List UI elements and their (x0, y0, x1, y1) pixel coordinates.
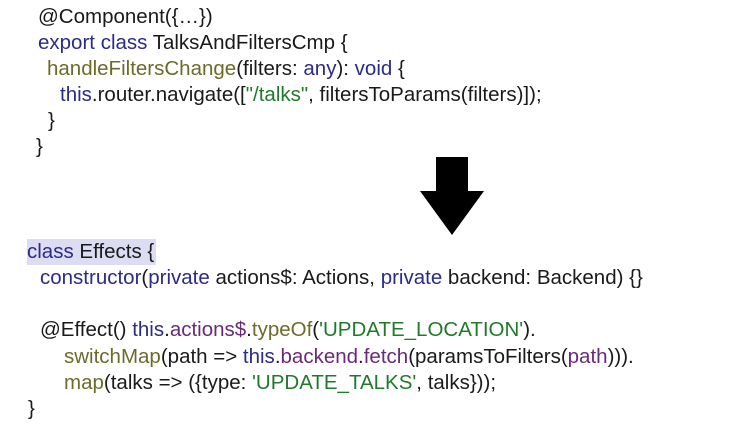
code-line: } (48, 108, 55, 134)
code-token: actions$ (169, 318, 247, 341)
code-line: handleFiltersChange(filters: any): void … (47, 56, 405, 82)
code-token: 'UPDATE_TALKS' (252, 371, 417, 394)
code-token: } (36, 135, 43, 158)
code-line: this.router.navigate(["/talks", filtersT… (60, 82, 542, 108)
code-token: { (392, 57, 405, 80)
code-line: switchMap(path => this.backend.fetch(par… (64, 344, 634, 370)
code-token: class (27, 240, 74, 263)
code-token: Effects { (73, 240, 155, 263)
code-token: private (380, 266, 443, 289)
code-token: constructor (40, 266, 142, 289)
down-arrow-icon (420, 157, 484, 235)
code-token: ). (523, 318, 536, 341)
code-token: void (354, 57, 393, 80)
code-token: this (242, 345, 275, 368)
code-token: TalksAndFiltersCmp { (147, 31, 348, 54)
code-token: } (48, 109, 55, 132)
code-line: } (36, 134, 43, 160)
code-token: fetch (363, 345, 409, 368)
code-token: @Effect() (40, 318, 133, 341)
code-token: map (64, 371, 104, 394)
code-token: .router.navigate([ (91, 83, 246, 106)
code-token: 'UPDATE_LOCATION' (319, 318, 524, 341)
code-token: (filters: (236, 57, 304, 80)
code-token: ): (336, 57, 355, 80)
code-line: } (28, 396, 35, 422)
code-line-highlighted: class Effects { (27, 239, 157, 265)
code-token: export (38, 31, 95, 54)
code-token: typeOf (251, 318, 313, 341)
code-token: class (100, 31, 148, 54)
code-token: switchMap (64, 345, 161, 368)
code-token: , talks})); (416, 371, 497, 394)
code-token: handleFiltersChange (47, 57, 237, 80)
code-token: (paramsToFilters( (408, 345, 568, 368)
code-token: "/talks" (245, 83, 309, 106)
code-token: this (60, 83, 92, 106)
code-token: backend: Backend) {} (442, 266, 643, 289)
code-token: actions$: Actions, (209, 266, 381, 289)
code-line: map(talks => ({type: 'UPDATE_TALKS', tal… (64, 370, 496, 396)
code-token: } (28, 397, 35, 420)
code-token: any (303, 57, 337, 80)
code-token: this (132, 318, 165, 341)
code-token: ))). (607, 345, 634, 368)
code-line: @Component({…}) (38, 4, 213, 30)
code-token: @Component({…}) (38, 5, 213, 28)
code-line: constructor(private actions$: Actions, p… (40, 265, 643, 291)
code-token: (talks => ({type: (103, 371, 253, 394)
code-token: private (148, 266, 210, 289)
code-line: @Effect() this.actions$.typeOf('UPDATE_L… (40, 317, 536, 343)
code-token: backend (280, 345, 359, 368)
code-token: (path => (160, 345, 243, 368)
code-token: path (567, 345, 608, 368)
code-line: export class TalksAndFiltersCmp { (38, 30, 348, 56)
code-token: , filtersToParams(filters)]); (308, 83, 542, 106)
